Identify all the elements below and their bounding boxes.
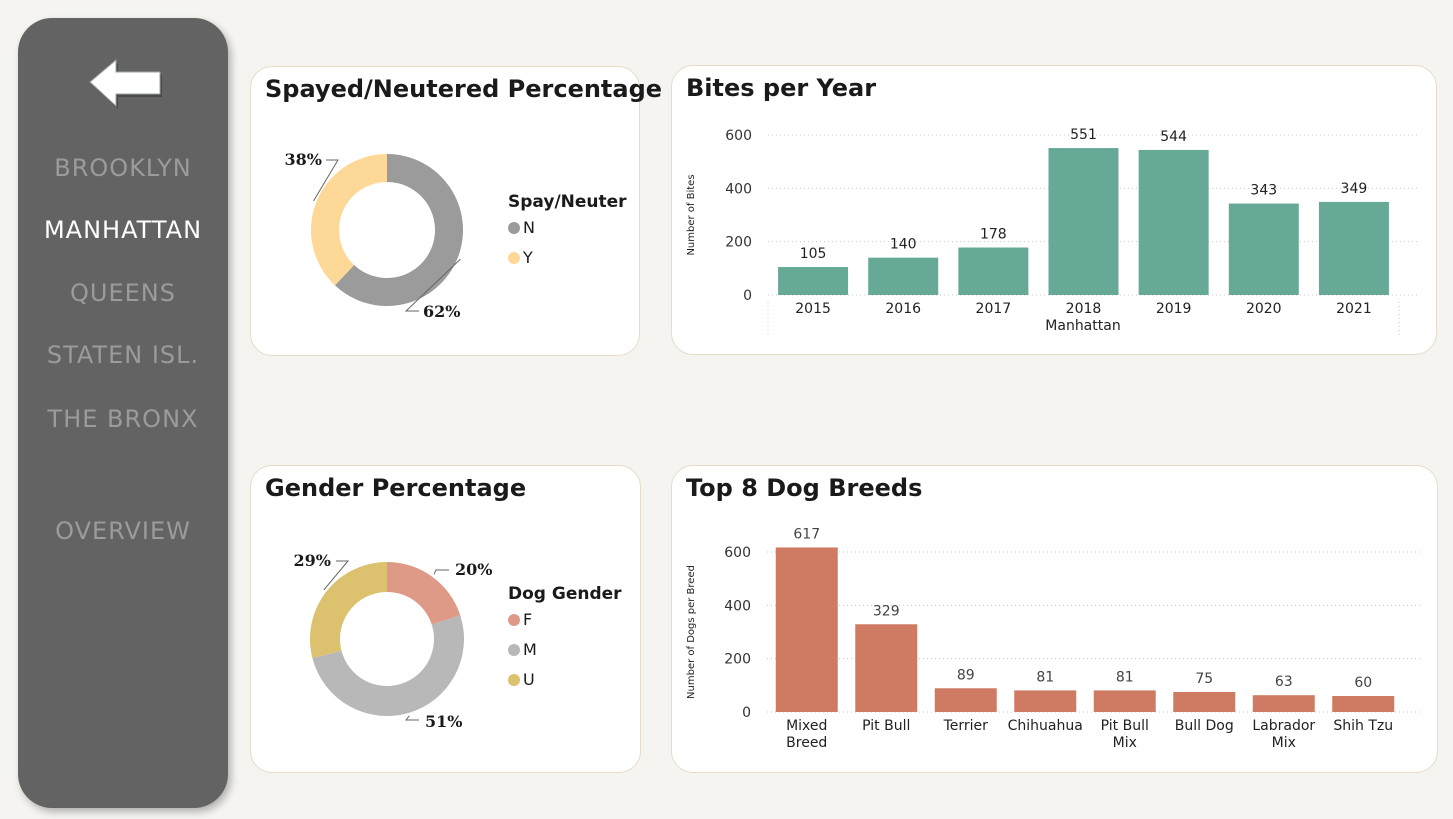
y-tick-200: 200: [724, 652, 751, 668]
data-label-n: 62%: [423, 302, 460, 321]
bar-chihuahua: [1014, 690, 1077, 712]
x-tick-bull-dog: Bull Dog: [1175, 718, 1234, 734]
legend-item-n: N: [523, 218, 535, 237]
x-tick-pit-bull: Pit Bull: [1101, 718, 1149, 734]
x-axis-group-label: Manhattan: [1045, 318, 1120, 334]
data-label-2016: 140: [890, 237, 917, 253]
bar-2020: [1228, 203, 1299, 295]
bar-pit-bull-mix: [1093, 690, 1156, 712]
y-axis-title: Number of Dogs per Breed: [686, 565, 697, 699]
nav-item-the-bronx[interactable]: THE BRONX: [18, 404, 228, 434]
nav-item-manhattan[interactable]: MANHATTAN: [18, 215, 228, 245]
bar-pit-bull: [855, 624, 918, 712]
bar-2019: [1138, 149, 1209, 295]
bites-per-year-bar-chart: 0 200 400 600 Number of Bites 105 2015 140 2016 1…: [686, 127, 1417, 336]
bar-2021: [1318, 201, 1389, 295]
data-label-chihuahua: 81: [1036, 669, 1054, 685]
data-label-labrador-mix: 63: [1275, 674, 1293, 690]
x-tick-2019: 2019: [1156, 301, 1192, 317]
y-tick-600: 600: [724, 545, 751, 561]
x-tick-2021: 2021: [1336, 301, 1372, 317]
legend-swatch-n: [508, 222, 520, 234]
donut-slice-f: [387, 562, 461, 625]
leader-line-f: [433, 569, 449, 575]
data-label-2020: 343: [1250, 183, 1277, 199]
spay-neuter-card: Spayed/Neutered Percentage 62% 38% Spay/Ne…: [250, 66, 662, 356]
y-axis-title: Number of Bites: [686, 174, 697, 255]
x-tick-mixed: Mixed: [786, 718, 827, 734]
x-tick-mix-2: Mix: [1272, 735, 1296, 751]
data-label-2019: 544: [1160, 129, 1187, 145]
top-breeds-bar-chart: 0 200 400 600 Number of Dogs per Breed 617 Mix…: [686, 526, 1422, 751]
data-label-f: 20%: [455, 560, 492, 579]
x-tick-breed-2: Breed: [786, 735, 827, 751]
legend-title: Spay/Neuter: [508, 192, 627, 212]
legend-swatch-y: [508, 252, 520, 264]
data-label-2015: 105: [800, 246, 827, 262]
x-tick-shih-tzu: Shih Tzu: [1333, 718, 1393, 734]
legend-item-u: U: [523, 670, 535, 689]
top-breeds-card: Top 8 Dog Breeds 0 200 400 600 Number of Dog…: [671, 465, 1438, 773]
bar-2016: [868, 257, 939, 295]
data-label-y: 38%: [285, 150, 322, 169]
x-tick-chihuahua: Chihuahua: [1008, 718, 1083, 734]
legend-swatch-f: [508, 614, 520, 626]
donut-slice-y: [311, 154, 387, 286]
x-tick-pit-bull: Pit Bull: [862, 718, 910, 734]
bar-mixed-breed: [775, 547, 838, 712]
y-tick-0: 0: [743, 288, 752, 304]
x-tick-terrier: Terrier: [943, 718, 989, 734]
data-label-mixed-breed: 617: [793, 526, 820, 542]
bar-terrier: [934, 688, 997, 712]
data-label-shih-tzu: 60: [1354, 675, 1372, 691]
data-label-2018: 551: [1070, 127, 1097, 143]
legend-item-m: M: [523, 640, 537, 659]
data-label-m: 51%: [425, 712, 462, 731]
nav-item-overview[interactable]: OVERVIEW: [18, 516, 228, 546]
data-label-pit-bull: 329: [873, 603, 900, 619]
x-tick-2018: 2018: [1066, 301, 1102, 317]
bites-per-year-card: Bites per Year 0 200 400 600 Number of Bites…: [671, 65, 1437, 355]
x-tick-2020: 2020: [1246, 301, 1282, 317]
x-tick-2017: 2017: [976, 301, 1012, 317]
x-tick-mix-2: Mix: [1113, 735, 1137, 751]
donut-slice-u: [310, 562, 387, 659]
y-tick-200: 200: [725, 235, 752, 251]
data-label-u: 29%: [294, 551, 331, 570]
nav-item-queens[interactable]: QUEENS: [18, 278, 228, 308]
x-tick-2016: 2016: [885, 301, 921, 317]
nav-item-staten-island[interactable]: STATEN ISL.: [18, 340, 228, 370]
x-tick-2015: 2015: [795, 301, 831, 317]
bar-shih-tzu: [1332, 696, 1395, 712]
y-tick-0: 0: [742, 705, 751, 721]
x-tick-labrador: Labrador: [1252, 718, 1315, 734]
data-label-pit-bull-mix: 81: [1116, 669, 1134, 685]
bar-2015: [778, 267, 849, 295]
legend-swatch-m: [508, 644, 520, 656]
data-label-2021: 349: [1341, 181, 1368, 197]
legend-item-y: Y: [522, 248, 533, 267]
nav-item-brooklyn[interactable]: BROOKLYN: [18, 153, 228, 183]
y-tick-600: 600: [725, 128, 752, 144]
bar-labrador-mix: [1252, 695, 1315, 712]
data-label-2017: 178: [980, 227, 1007, 243]
legend-title: Dog Gender: [508, 584, 622, 604]
gender-card: Gender Percentage 20% 51% 29% Dog Gender F M U: [250, 465, 641, 773]
bar-bull-dog: [1173, 692, 1236, 712]
data-label-bull-dog: 75: [1195, 671, 1213, 687]
leader-line-m: [404, 715, 419, 721]
spay-neuter-donut-chart: 62% 38% Spay/Neuter NY: [285, 150, 628, 321]
gender-donut-chart: 20% 51% 29% Dog Gender FMU: [294, 551, 623, 731]
y-tick-400: 400: [724, 598, 751, 614]
bar-2017: [958, 247, 1029, 295]
legend-item-f: F: [523, 610, 532, 629]
back-arrow-icon[interactable]: [86, 56, 164, 112]
bar-2018: [1048, 148, 1119, 295]
data-label-terrier: 89: [957, 667, 975, 683]
y-tick-400: 400: [725, 181, 752, 197]
legend-swatch-u: [508, 674, 520, 686]
sidebar-nav: BROOKLYN MANHATTAN QUEENS STATEN ISL. TH…: [18, 18, 228, 808]
